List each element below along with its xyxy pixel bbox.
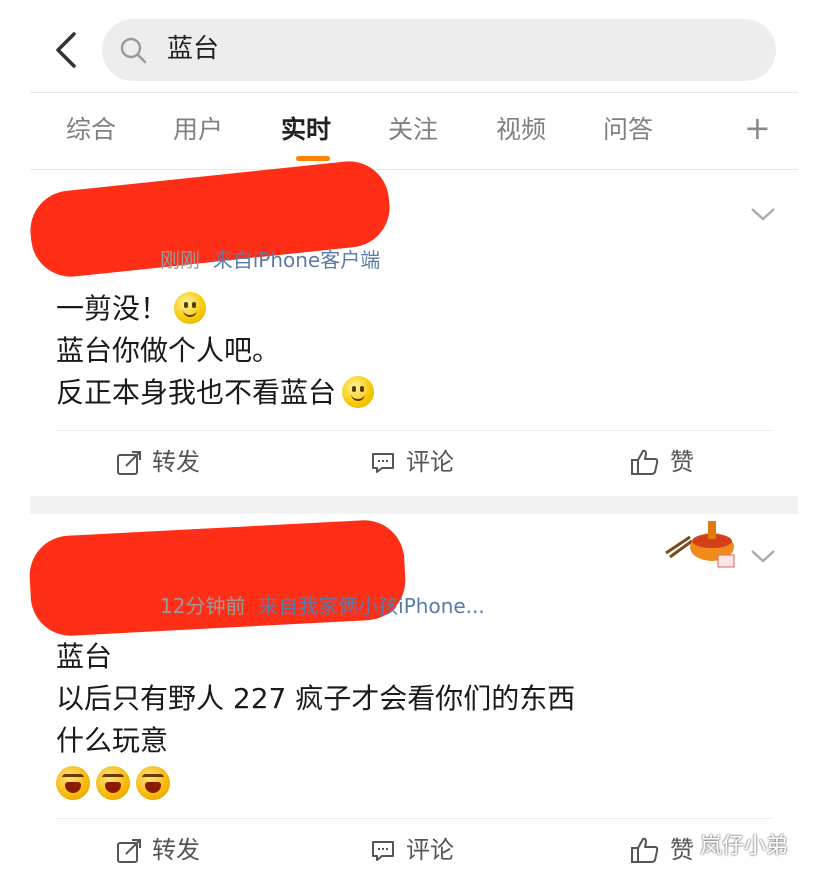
tab-following[interactable]: 关注 — [388, 113, 438, 147]
search-input[interactable]: 蓝台 — [102, 19, 776, 81]
back-arrow-icon[interactable] — [52, 30, 82, 70]
weibo-search-page: 蓝台 综合 用户 实时 关注 视频 问答 + 刚刚 来自iPhone客户端 一剪… — [26, 0, 798, 876]
repost-icon — [117, 451, 141, 475]
repost-button[interactable]: 转发 — [116, 833, 200, 867]
post-actions: 转发 评论 赞 — [56, 430, 772, 495]
post-time: 刚刚 — [160, 248, 200, 272]
tab-realtime[interactable]: 实时 — [281, 113, 331, 147]
active-tab-indicator — [296, 156, 330, 161]
post-text: 蓝台 以后只有野人 227 疯子才会看你们的东西 什么玩意 — [56, 636, 575, 812]
watermark-text: 岚仔小弟 — [700, 834, 789, 859]
post-card: 刚刚 来自iPhone客户端 一剪没！ 蓝台你做个人吧。 反正本身我也不看蓝台 … — [26, 157, 798, 496]
post-meta: 12分钟前 来自我家俩小孩iPhone... — [160, 590, 485, 619]
smile-emoji-icon — [342, 376, 375, 408]
like-label: 赞 — [670, 448, 694, 476]
tab-users[interactable]: 用户 — [173, 113, 223, 147]
comment-label: 评论 — [406, 836, 454, 864]
post-divider — [30, 496, 798, 514]
repost-icon — [117, 839, 141, 863]
comment-button[interactable]: 评论 — [370, 833, 454, 867]
post-line: 蓝台 — [56, 640, 113, 673]
search-header: 蓝台 — [30, 0, 798, 93]
post-meta: 刚刚 来自iPhone客户端 — [160, 244, 380, 273]
tab-bar: 综合 用户 实时 关注 视频 问答 + — [30, 93, 798, 170]
tab-video[interactable]: 视频 — [496, 113, 546, 147]
post-line: 以后只有野人 227 疯子才会看你们的东西 — [56, 682, 576, 715]
post-line: 一剪没！ — [56, 292, 169, 325]
post-text: 一剪没！ 蓝台你做个人吧。 反正本身我也不看蓝台 — [56, 288, 375, 414]
repost-button[interactable]: 转发 — [116, 445, 200, 479]
chevron-down-icon[interactable] — [748, 546, 778, 566]
repost-label: 转发 — [152, 836, 200, 864]
comment-label: 评论 — [406, 448, 454, 476]
smile-emoji-icon — [174, 292, 207, 324]
thumbs-up-icon — [631, 837, 659, 863]
search-query: 蓝台 — [167, 34, 220, 64]
post-source: 来自我家俩小孩iPhone... — [258, 594, 485, 618]
post-actions: 转发 评论 赞 — [56, 818, 772, 883]
like-label: 赞 — [670, 836, 694, 864]
tab-comprehensive[interactable]: 综合 — [66, 113, 116, 147]
tab-qa[interactable]: 问答 — [603, 113, 653, 147]
post-line: 反正本身我也不看蓝台 — [56, 376, 337, 409]
like-button[interactable]: 赞 — [630, 445, 694, 479]
thumbs-up-icon — [631, 449, 659, 475]
crying-emoji-icon — [136, 766, 170, 800]
redaction-mark — [27, 518, 408, 638]
post-line: 蓝台你做个人吧。 — [56, 334, 281, 367]
comment-icon — [372, 453, 394, 473]
comment-icon — [372, 841, 394, 861]
chevron-down-icon[interactable] — [748, 204, 778, 224]
hotpot-sticker-icon — [665, 521, 735, 568]
post-time: 12分钟前 — [160, 594, 246, 618]
crying-emoji-icon — [96, 766, 130, 800]
post-line: 什么玩意 — [56, 724, 169, 757]
add-tab-icon[interactable]: + — [744, 111, 771, 145]
comment-button[interactable]: 评论 — [370, 445, 454, 479]
post-source: 来自iPhone客户端 — [212, 248, 381, 272]
crying-emoji-icon — [56, 766, 90, 800]
like-button[interactable]: 赞 — [630, 833, 694, 867]
repost-label: 转发 — [152, 448, 200, 476]
search-icon — [120, 37, 147, 64]
